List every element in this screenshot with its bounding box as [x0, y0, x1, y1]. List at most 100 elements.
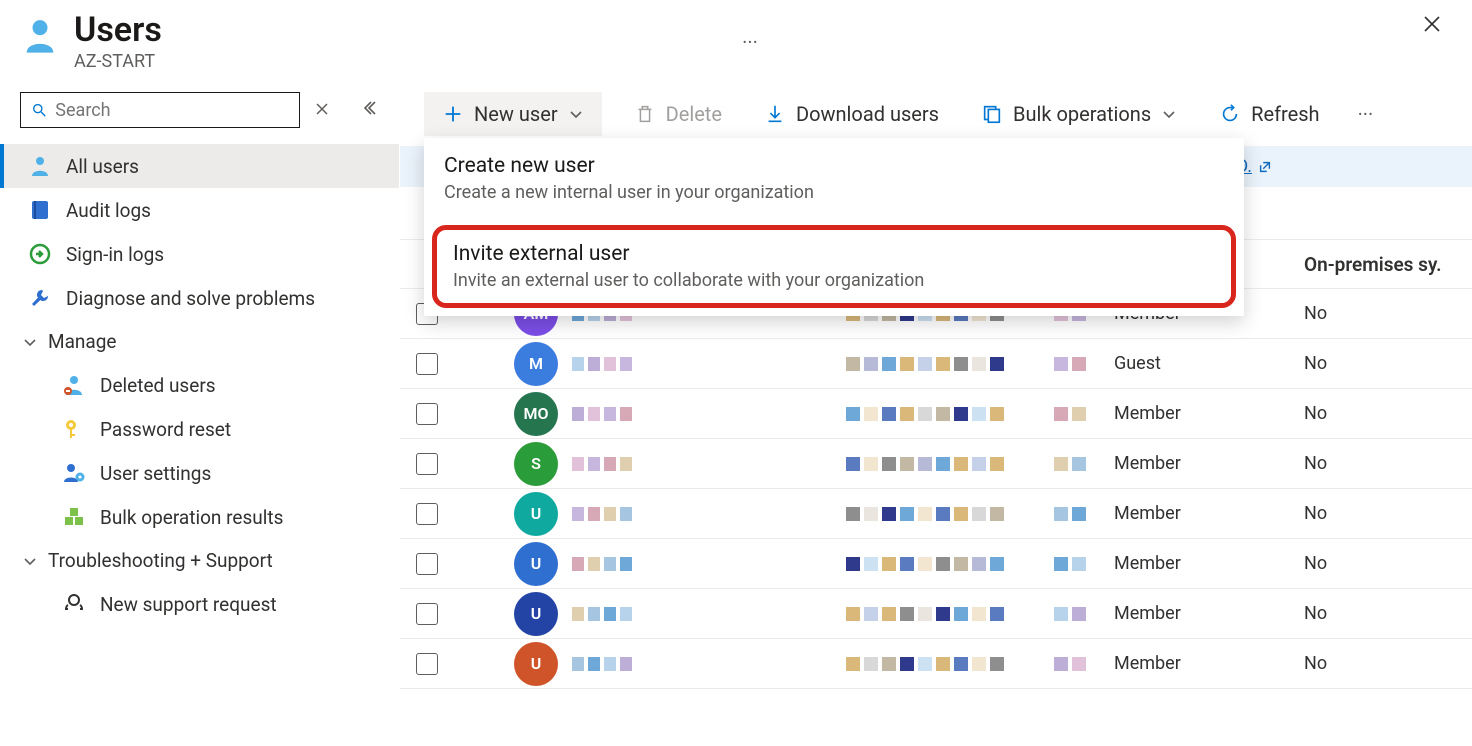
row-checkbox[interactable]: [416, 553, 438, 575]
toolbar-more-icon[interactable]: ···: [1358, 102, 1374, 126]
header-more-icon[interactable]: ···: [742, 30, 758, 54]
deleted-user-icon: [62, 373, 86, 397]
user-settings-icon: [62, 461, 86, 485]
plus-icon: [442, 103, 464, 125]
search-input[interactable]: [20, 92, 300, 128]
row-checkbox[interactable]: [416, 603, 438, 625]
cell-onprem: No: [1304, 453, 1472, 474]
cell-onprem: No: [1304, 653, 1472, 674]
redacted-upn: [846, 407, 1004, 421]
dropdown-create-user[interactable]: Create new user Create a new internal us…: [424, 138, 1244, 221]
cell-onprem: No: [1304, 503, 1472, 524]
dropdown-invite-external[interactable]: Invite external user Invite an external …: [432, 225, 1236, 308]
avatar: U: [514, 642, 558, 686]
clear-search-icon[interactable]: [314, 98, 330, 123]
cell-user-type: Member: [1114, 453, 1304, 474]
redacted-name: [572, 607, 632, 621]
sidebar-item-all-users[interactable]: All users: [0, 144, 399, 188]
key-icon: [62, 417, 86, 441]
cell-onprem: No: [1304, 603, 1472, 624]
cell-onprem: No: [1304, 553, 1472, 574]
bulk-icon: [981, 103, 1003, 125]
redacted-extra: [1054, 507, 1086, 521]
redacted-extra: [1054, 607, 1086, 621]
support-icon: [62, 592, 86, 616]
external-link-icon: [1258, 160, 1272, 174]
row-checkbox[interactable]: [416, 653, 438, 675]
close-icon[interactable]: [1414, 12, 1450, 43]
dropdown-item-desc: Create a new internal user in your organ…: [444, 182, 1224, 203]
table-row[interactable]: MOMemberNo: [400, 389, 1472, 439]
sidebar-item-audit-logs[interactable]: Audit logs: [0, 188, 399, 232]
button-label: Delete: [666, 102, 722, 126]
search-field[interactable]: [55, 100, 289, 121]
sidebar-item-label: User settings: [100, 462, 211, 485]
refresh-icon: [1219, 103, 1241, 125]
users-icon: [20, 16, 60, 56]
table-row[interactable]: U MemberNo: [400, 639, 1472, 689]
sidebar-item-label: All users: [66, 155, 139, 178]
left-pane: All users Audit logs Sign-in logs Diagno…: [0, 84, 400, 689]
avatar: MO: [514, 392, 558, 436]
sidebar-item-label: Audit logs: [66, 199, 151, 222]
toolbar: New user Delete Download users Bulk oper…: [400, 84, 1472, 146]
cell-onprem: No: [1304, 353, 1472, 374]
blade-header: Users AZ-START ···: [0, 0, 1472, 76]
sidebar-item-new-request[interactable]: New support request: [62, 582, 399, 626]
button-label: Download users: [796, 102, 939, 126]
bulk-button[interactable]: Bulk operations: [971, 96, 1187, 132]
sidebar-item-user-settings[interactable]: User settings: [62, 451, 399, 495]
trash-icon: [634, 103, 656, 125]
sidebar-item-diagnose[interactable]: Diagnose and solve problems: [0, 276, 399, 320]
redacted-name: [572, 457, 632, 471]
redacted-upn: [846, 557, 1004, 571]
cell-user-type: Member: [1114, 653, 1304, 674]
dropdown-item-title: Invite external user: [453, 242, 1215, 266]
row-checkbox[interactable]: [416, 353, 438, 375]
button-label: Refresh: [1251, 102, 1319, 126]
table-row[interactable]: SMemberNo: [400, 439, 1472, 489]
redacted-upn: [846, 507, 1004, 521]
redacted-upn: [846, 607, 1004, 621]
avatar: U: [514, 492, 558, 536]
redacted-upn: [846, 357, 1004, 371]
delete-button[interactable]: Delete: [624, 96, 732, 132]
sidebar-item-deleted-users[interactable]: Deleted users: [62, 363, 399, 407]
download-button[interactable]: Download users: [754, 96, 949, 132]
book-icon: [28, 198, 52, 222]
boxes-icon: [62, 505, 86, 529]
cell-user-type: Member: [1114, 603, 1304, 624]
sidebar-group-label: Troubleshooting + Support: [48, 549, 273, 572]
redacted-upn: [846, 657, 1004, 671]
avatar: U: [514, 542, 558, 586]
sidebar-item-signin-logs[interactable]: Sign-in logs: [0, 232, 399, 276]
sidebar-item-bulk-results[interactable]: Bulk operation results: [62, 495, 399, 539]
collapse-pane-icon[interactable]: [359, 98, 379, 123]
person-icon: [28, 154, 52, 178]
table-row[interactable]: UMemberNo: [400, 589, 1472, 639]
redacted-upn: [846, 457, 1004, 471]
sidebar-group-troubleshoot[interactable]: Troubleshooting + Support: [0, 539, 399, 582]
redacted-name: [572, 407, 632, 421]
row-checkbox[interactable]: [416, 403, 438, 425]
row-checkbox[interactable]: [416, 503, 438, 525]
table-row[interactable]: U MemberNo: [400, 539, 1472, 589]
chevron-down-icon: [568, 106, 584, 122]
sidebar-item-password-reset[interactable]: Password reset: [62, 407, 399, 451]
redacted-extra: [1054, 407, 1086, 421]
cell-user-type: Member: [1114, 553, 1304, 574]
new-user-button[interactable]: New user: [424, 92, 602, 136]
chevron-down-icon: [22, 553, 38, 569]
chevron-down-icon: [22, 334, 38, 350]
table-row[interactable]: UMemberNo: [400, 489, 1472, 539]
cell-user-type: Member: [1114, 403, 1304, 424]
page-subtitle: AZ-START: [74, 51, 730, 72]
row-checkbox[interactable]: [416, 453, 438, 475]
refresh-button[interactable]: Refresh: [1209, 96, 1329, 132]
col-header-onprem[interactable]: On-premises sy.: [1304, 253, 1442, 276]
sidebar-group-manage[interactable]: Manage: [0, 320, 399, 363]
table-row[interactable]: MGuestNo: [400, 339, 1472, 389]
sidebar-item-label: Password reset: [100, 418, 231, 441]
redacted-name: [572, 357, 632, 371]
redacted-name: [572, 557, 632, 571]
